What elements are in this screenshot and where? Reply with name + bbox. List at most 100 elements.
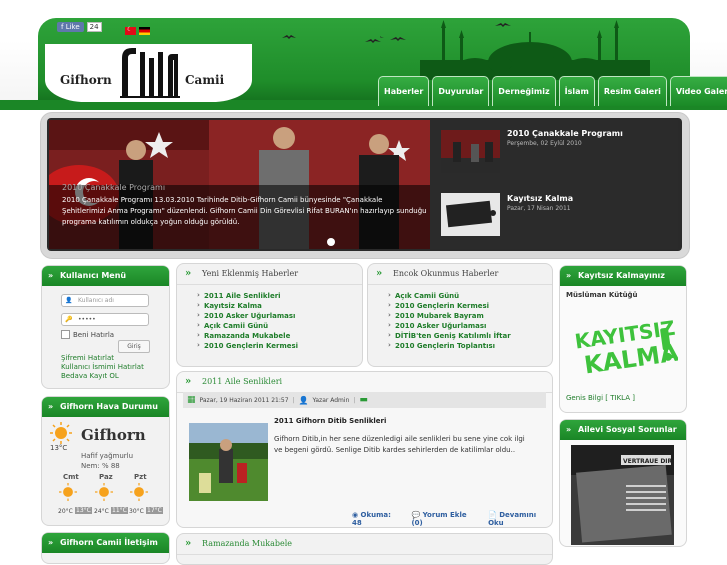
login-links: Şifremi Hatırlat Kullanıcı İsmimi Hatırl…: [61, 354, 144, 381]
contact-title-text: Gifhorn Camii İletişim: [60, 538, 158, 547]
german-flag-icon[interactable]: [139, 27, 150, 35]
login-title: » Kullanıcı Menü: [42, 266, 169, 286]
latest-news-item[interactable]: Kayıtsiz Kalma: [197, 300, 298, 311]
sun-icon: [130, 483, 148, 501]
username-placeholder: Kullanıcı adı: [78, 297, 114, 304]
nav-dernegimiz[interactable]: Derneğimiz: [492, 76, 556, 106]
username-input[interactable]: 👤 Kullanıcı adı: [61, 294, 149, 307]
forecast-high-2: 24°C: [94, 508, 109, 515]
arrow-icon: »: [566, 271, 572, 280]
popular-news-item[interactable]: 2010 Mubarek Bayram: [388, 310, 511, 321]
popular-news-item[interactable]: 2010 Asker Uğurlaması: [388, 320, 511, 331]
turkish-flag-icon[interactable]: [125, 26, 136, 35]
thumb-date: Pazar, 17 Nisan 2011: [507, 205, 571, 212]
mosque-skyline: [380, 20, 650, 80]
sun-icon: [95, 483, 113, 501]
facebook-like-button[interactable]: f Like: [57, 22, 84, 32]
article-section-title-text[interactable]: 2011 Aile Senlikleri: [202, 377, 282, 386]
latest-news-item[interactable]: 2011 Aile Senlikleri: [197, 290, 298, 301]
login-button[interactable]: Giriş: [118, 340, 150, 353]
campaign-detail-link[interactable]: Genis Bilgi [ TIKLA ]: [566, 394, 635, 403]
popular-news-title: » Encok Okunmus Haberler: [368, 264, 552, 285]
remember-row: Beni Hatırla: [61, 330, 114, 339]
popular-news-item[interactable]: DİTİB'ten Geniş Katılımlı İftar: [388, 330, 511, 341]
facebook-like-count: 24: [86, 22, 102, 32]
popular-news-item[interactable]: 2010 Gençlerin Toplantısı: [388, 340, 511, 351]
latest-news-title-text: Yeni Eklenmiş Haberler: [202, 269, 299, 278]
latest-news-item[interactable]: Açık Camii Günü: [197, 320, 298, 331]
popular-news-panel: » Encok Okunmus Haberler Açık Camii Günü …: [367, 263, 553, 367]
user-icon: 👤: [65, 297, 73, 304]
family-panel: » Ailevi Sosyal Sorunlar VERTRAUE DIR: [559, 419, 687, 547]
weather-title-text: Gifhorn Hava Durumu: [60, 402, 158, 411]
thumb-title: Kayıtsız Kalma: [507, 194, 574, 203]
nav-islam[interactable]: İslam: [558, 76, 595, 106]
print-icon[interactable]: ▬: [359, 395, 368, 405]
nav-resim-galeri[interactable]: Resim Galeri: [597, 76, 667, 106]
meta-separator: |: [292, 396, 295, 404]
forecast-low-2: 11°C: [111, 507, 128, 514]
latest-news-item[interactable]: Ramazanda Mukabele: [197, 330, 298, 341]
password-input[interactable]: 🔑 •••••: [61, 313, 149, 326]
article-headline[interactable]: 2011 Gifhorn Ditib Senlikleri: [274, 417, 386, 425]
kayitsiz-kalma-logo[interactable]: KAYITSIZ KALMA: [568, 306, 678, 386]
thumb-date: Perşembe, 02 Eylül 2010: [507, 140, 582, 147]
forecast-day-3: Pzt: [134, 473, 147, 481]
popular-news-item[interactable]: 2010 Gençlerin Kermesi: [388, 300, 511, 311]
meta-separator: |: [353, 396, 356, 404]
register-link[interactable]: Bedava Kayıt OL: [61, 372, 144, 381]
campaign-panel: » Kayıtsız Kalmayınız Müslüman Kütüğü KAY…: [559, 265, 687, 413]
thumb-canakkale[interactable]: 2010 Çanakkale Programı Perşembe, 02 Eyl…: [507, 129, 623, 147]
nav-haberler[interactable]: Haberler: [378, 76, 430, 106]
reads-icon: ◉: [352, 511, 361, 519]
forecast-low-1: 13°C: [75, 507, 92, 514]
forecast-day-2: Paz: [99, 473, 113, 481]
main-nav: Haberler Duyurular Derneğimiz İslam Resi…: [378, 76, 727, 106]
family-title: » Ailevi Sosyal Sorunlar: [560, 420, 686, 440]
campaign-title: » Kayıtsız Kalmayınız: [560, 266, 686, 286]
popular-news-item[interactable]: Açık Camii Günü: [388, 290, 511, 301]
forecast-day-1: Cmt: [63, 473, 79, 481]
login-title-text: Kullanıcı Menü: [60, 271, 127, 280]
forecast-low-3: 17°C: [146, 507, 163, 514]
latest-news-item[interactable]: 2010 Gençlerin Kermesi: [197, 340, 298, 351]
next-article-title-text[interactable]: Ramazanda Mukabele: [202, 539, 292, 548]
latest-news-list: 2011 Aile Senlikleri Kayıtsiz Kalma 2010…: [197, 290, 298, 351]
latest-news-title: » Yeni Eklenmiş Haberler: [177, 264, 362, 285]
thumb-image-canakkale[interactable]: [441, 130, 500, 173]
sun-icon: [50, 422, 72, 444]
logo-right-text: Camii: [185, 73, 225, 87]
thumb-kayitsiz[interactable]: Kayıtsız Kalma Pazar, 17 Nisan 2011: [507, 194, 573, 212]
comment-icon: 💬: [411, 511, 423, 519]
facebook-like[interactable]: f Like 24: [57, 21, 102, 33]
forgot-username-link[interactable]: Kullanıcı İsmimi Hatırlat: [61, 363, 144, 372]
key-icon: 🔑: [65, 316, 73, 323]
family-poster-image[interactable]: VERTRAUE DIR: [571, 445, 674, 545]
article-image[interactable]: [189, 423, 268, 501]
nav-video-galeri[interactable]: Video Galeri: [669, 76, 727, 106]
read-more-item[interactable]: 📄 Devamını Oku: [488, 511, 552, 527]
ditib-logo-icon: [120, 48, 180, 98]
campaign-title-text: Kayıtsız Kalmayınız: [578, 271, 665, 280]
latest-news-item[interactable]: 2010 Asker Uğurlaması: [197, 310, 298, 321]
contact-title: » Gifhorn Camii İletişim: [42, 533, 169, 553]
arrow-icon: »: [48, 538, 54, 547]
forgot-password-link[interactable]: Şifremi Hatırlat: [61, 354, 144, 363]
article-author: Yazar Admin: [312, 396, 350, 404]
nav-duyurular[interactable]: Duyurular: [432, 76, 490, 106]
article-meta-bar: ▦ Pazar, 19 Haziran 2011 21:57 | 👤 Yazar…: [183, 392, 546, 408]
slide-text: 2010 Çanakkale Programı 13.03.2010 Tarih…: [62, 196, 427, 226]
article-body: Gifhorn Ditib,in her sene düzenledigi ai…: [274, 435, 525, 454]
comment-item[interactable]: 💬 Yorum Ekle (0): [411, 511, 478, 527]
article-section-title: » 2011 Aile Senlikleri: [177, 372, 552, 393]
poster-text: VERTRAUE DIR: [623, 458, 673, 465]
next-article-panel: » Ramazanda Mukabele: [176, 533, 553, 565]
remember-checkbox[interactable]: [61, 330, 70, 339]
double-arrow-icon: »: [185, 268, 192, 279]
slide-title[interactable]: 2010 Çanakkale Programı: [62, 183, 165, 192]
double-arrow-icon: »: [376, 268, 383, 279]
thumb-image-kayitsiz-kalma[interactable]: [441, 193, 500, 236]
slide-next-icon[interactable]: [327, 238, 335, 246]
current-temp: 13°C: [50, 444, 68, 452]
weather-title: » Gifhorn Hava Durumu: [42, 397, 169, 417]
